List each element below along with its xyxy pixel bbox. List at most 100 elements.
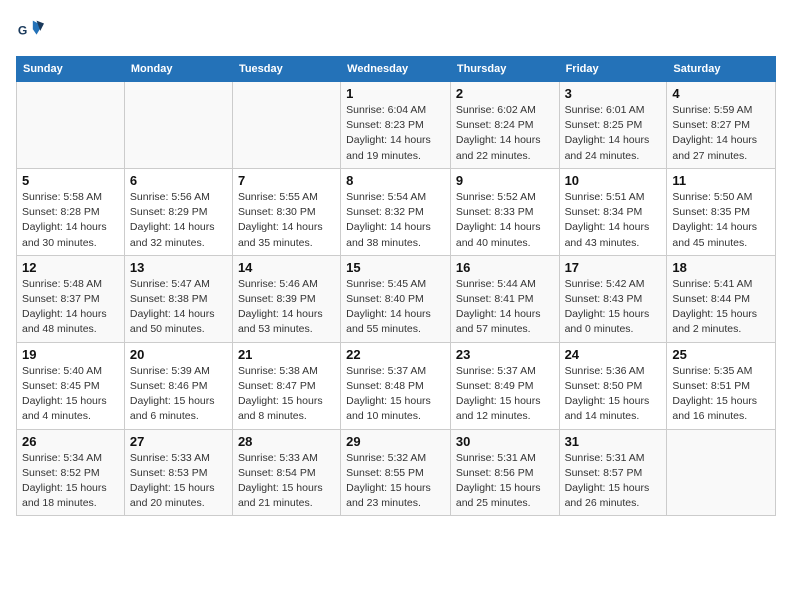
- day-number: 19: [22, 347, 119, 362]
- day-number: 15: [346, 260, 445, 275]
- day-info: Sunrise: 5:33 AMSunset: 8:53 PMDaylight:…: [130, 451, 227, 512]
- weekday-header-thursday: Thursday: [450, 57, 559, 82]
- calendar-cell: 17 Sunrise: 5:42 AMSunset: 8:43 PMDayligh…: [559, 255, 667, 342]
- day-number: 28: [238, 434, 335, 449]
- day-info: Sunrise: 5:52 AMSunset: 8:33 PMDaylight:…: [456, 190, 554, 251]
- day-number: 31: [565, 434, 662, 449]
- calendar-week-2: 5 Sunrise: 5:58 AMSunset: 8:28 PMDaylight…: [17, 168, 776, 255]
- day-info: Sunrise: 5:47 AMSunset: 8:38 PMDaylight:…: [130, 277, 227, 338]
- calendar-cell: 15 Sunrise: 5:45 AMSunset: 8:40 PMDayligh…: [341, 255, 451, 342]
- day-number: 21: [238, 347, 335, 362]
- day-number: 13: [130, 260, 227, 275]
- day-number: 14: [238, 260, 335, 275]
- day-info: Sunrise: 5:39 AMSunset: 8:46 PMDaylight:…: [130, 364, 227, 425]
- day-number: 6: [130, 173, 227, 188]
- calendar-cell: 26Sunrise: 5:34 AMSunset: 8:52 PMDayligh…: [17, 429, 125, 516]
- day-info: Sunrise: 6:01 AMSunset: 8:25 PMDaylight:…: [565, 103, 662, 164]
- day-number: 8: [346, 173, 445, 188]
- calendar-cell: 10 Sunrise: 5:51 AMSunset: 8:34 PMDayligh…: [559, 168, 667, 255]
- day-info: Sunrise: 5:31 AMSunset: 8:57 PMDaylight:…: [565, 451, 662, 512]
- day-number: 5: [22, 173, 119, 188]
- day-info: Sunrise: 5:50 AMSunset: 8:35 PMDaylight:…: [672, 190, 770, 251]
- svg-text:G: G: [18, 24, 27, 38]
- day-number: 10: [565, 173, 662, 188]
- day-number: 20: [130, 347, 227, 362]
- weekday-header-wednesday: Wednesday: [341, 57, 451, 82]
- day-number: 2: [456, 86, 554, 101]
- calendar-cell: 11 Sunrise: 5:50 AMSunset: 8:35 PMDayligh…: [667, 168, 776, 255]
- calendar-cell: 1Sunrise: 6:04 AMSunset: 8:23 PMDaylight…: [341, 82, 451, 169]
- calendar-cell: 18Sunrise: 5:41 AMSunset: 8:44 PMDayligh…: [667, 255, 776, 342]
- day-number: 11: [672, 173, 770, 188]
- calendar-cell: 6 Sunrise: 5:56 AMSunset: 8:29 PMDaylight…: [124, 168, 232, 255]
- calendar-cell: 16 Sunrise: 5:44 AMSunset: 8:41 PMDayligh…: [450, 255, 559, 342]
- calendar-week-1: 1Sunrise: 6:04 AMSunset: 8:23 PMDaylight…: [17, 82, 776, 169]
- day-info: Sunrise: 5:37 AMSunset: 8:49 PMDaylight:…: [456, 364, 554, 425]
- calendar-week-3: 12 Sunrise: 5:48 AMSunset: 8:37 PMDayligh…: [17, 255, 776, 342]
- day-number: 26: [22, 434, 119, 449]
- calendar-cell: 19 Sunrise: 5:40 AMSunset: 8:45 PMDayligh…: [17, 342, 125, 429]
- day-number: 24: [565, 347, 662, 362]
- day-info: Sunrise: 5:31 AMSunset: 8:56 PMDaylight:…: [456, 451, 554, 512]
- day-info: Sunrise: 5:56 AMSunset: 8:29 PMDaylight:…: [130, 190, 227, 251]
- day-info: Sunrise: 6:02 AMSunset: 8:24 PMDaylight:…: [456, 103, 554, 164]
- day-info: Sunrise: 5:38 AMSunset: 8:47 PMDaylight:…: [238, 364, 335, 425]
- day-number: 30: [456, 434, 554, 449]
- calendar-cell: 4 Sunrise: 5:59 AMSunset: 8:27 PMDaylight…: [667, 82, 776, 169]
- page-header: G: [16, 16, 776, 44]
- weekday-header-saturday: Saturday: [667, 57, 776, 82]
- day-info: Sunrise: 5:44 AMSunset: 8:41 PMDaylight:…: [456, 277, 554, 338]
- calendar-cell: 28 Sunrise: 5:33 AMSunset: 8:54 PMDayligh…: [232, 429, 340, 516]
- calendar-cell: [124, 82, 232, 169]
- calendar-cell: 22 Sunrise: 5:37 AMSunset: 8:48 PMDayligh…: [341, 342, 451, 429]
- calendar-cell: 9 Sunrise: 5:52 AMSunset: 8:33 PMDaylight…: [450, 168, 559, 255]
- calendar-cell: 30 Sunrise: 5:31 AMSunset: 8:56 PMDayligh…: [450, 429, 559, 516]
- day-number: 12: [22, 260, 119, 275]
- day-number: 27: [130, 434, 227, 449]
- day-info: Sunrise: 5:45 AMSunset: 8:40 PMDaylight:…: [346, 277, 445, 338]
- calendar-cell: 21 Sunrise: 5:38 AMSunset: 8:47 PMDayligh…: [232, 342, 340, 429]
- logo: G: [16, 16, 48, 44]
- day-info: Sunrise: 5:32 AMSunset: 8:55 PMDaylight:…: [346, 451, 445, 512]
- day-info: Sunrise: 5:40 AMSunset: 8:45 PMDaylight:…: [22, 364, 119, 425]
- day-number: 9: [456, 173, 554, 188]
- calendar-cell: 23 Sunrise: 5:37 AMSunset: 8:49 PMDayligh…: [450, 342, 559, 429]
- day-info: Sunrise: 5:48 AMSunset: 8:37 PMDaylight:…: [22, 277, 119, 338]
- calendar-cell: 5 Sunrise: 5:58 AMSunset: 8:28 PMDaylight…: [17, 168, 125, 255]
- day-info: Sunrise: 5:33 AMSunset: 8:54 PMDaylight:…: [238, 451, 335, 512]
- calendar-cell: 12 Sunrise: 5:48 AMSunset: 8:37 PMDayligh…: [17, 255, 125, 342]
- weekday-header-friday: Friday: [559, 57, 667, 82]
- day-number: 17: [565, 260, 662, 275]
- calendar-cell: 29Sunrise: 5:32 AMSunset: 8:55 PMDayligh…: [341, 429, 451, 516]
- calendar-week-4: 19 Sunrise: 5:40 AMSunset: 8:45 PMDayligh…: [17, 342, 776, 429]
- day-info: Sunrise: 5:35 AMSunset: 8:51 PMDaylight:…: [672, 364, 770, 425]
- day-info: Sunrise: 5:36 AMSunset: 8:50 PMDaylight:…: [565, 364, 662, 425]
- day-info: Sunrise: 5:58 AMSunset: 8:28 PMDaylight:…: [22, 190, 119, 251]
- day-number: 7: [238, 173, 335, 188]
- day-info: Sunrise: 5:41 AMSunset: 8:44 PMDaylight:…: [672, 277, 770, 338]
- calendar-cell: 14 Sunrise: 5:46 AMSunset: 8:39 PMDayligh…: [232, 255, 340, 342]
- calendar-cell: 31 Sunrise: 5:31 AMSunset: 8:57 PMDayligh…: [559, 429, 667, 516]
- calendar-week-5: 26Sunrise: 5:34 AMSunset: 8:52 PMDayligh…: [17, 429, 776, 516]
- day-number: 4: [672, 86, 770, 101]
- calendar-cell: 8Sunrise: 5:54 AMSunset: 8:32 PMDaylight…: [341, 168, 451, 255]
- day-number: 22: [346, 347, 445, 362]
- calendar-table: SundayMondayTuesdayWednesdayThursdayFrid…: [16, 56, 776, 516]
- calendar-cell: 2 Sunrise: 6:02 AMSunset: 8:24 PMDaylight…: [450, 82, 559, 169]
- day-number: 23: [456, 347, 554, 362]
- weekday-header-monday: Monday: [124, 57, 232, 82]
- day-number: 3: [565, 86, 662, 101]
- day-info: Sunrise: 5:59 AMSunset: 8:27 PMDaylight:…: [672, 103, 770, 164]
- logo-icon: G: [16, 16, 44, 44]
- day-info: Sunrise: 5:42 AMSunset: 8:43 PMDaylight:…: [565, 277, 662, 338]
- day-info: Sunrise: 5:37 AMSunset: 8:48 PMDaylight:…: [346, 364, 445, 425]
- day-info: Sunrise: 6:04 AMSunset: 8:23 PMDaylight:…: [346, 103, 445, 164]
- day-info: Sunrise: 5:51 AMSunset: 8:34 PMDaylight:…: [565, 190, 662, 251]
- day-number: 16: [456, 260, 554, 275]
- weekday-header-row: SundayMondayTuesdayWednesdayThursdayFrid…: [17, 57, 776, 82]
- calendar-cell: [17, 82, 125, 169]
- calendar-cell: 3 Sunrise: 6:01 AMSunset: 8:25 PMDaylight…: [559, 82, 667, 169]
- day-number: 25: [672, 347, 770, 362]
- day-info: Sunrise: 5:55 AMSunset: 8:30 PMDaylight:…: [238, 190, 335, 251]
- day-info: Sunrise: 5:46 AMSunset: 8:39 PMDaylight:…: [238, 277, 335, 338]
